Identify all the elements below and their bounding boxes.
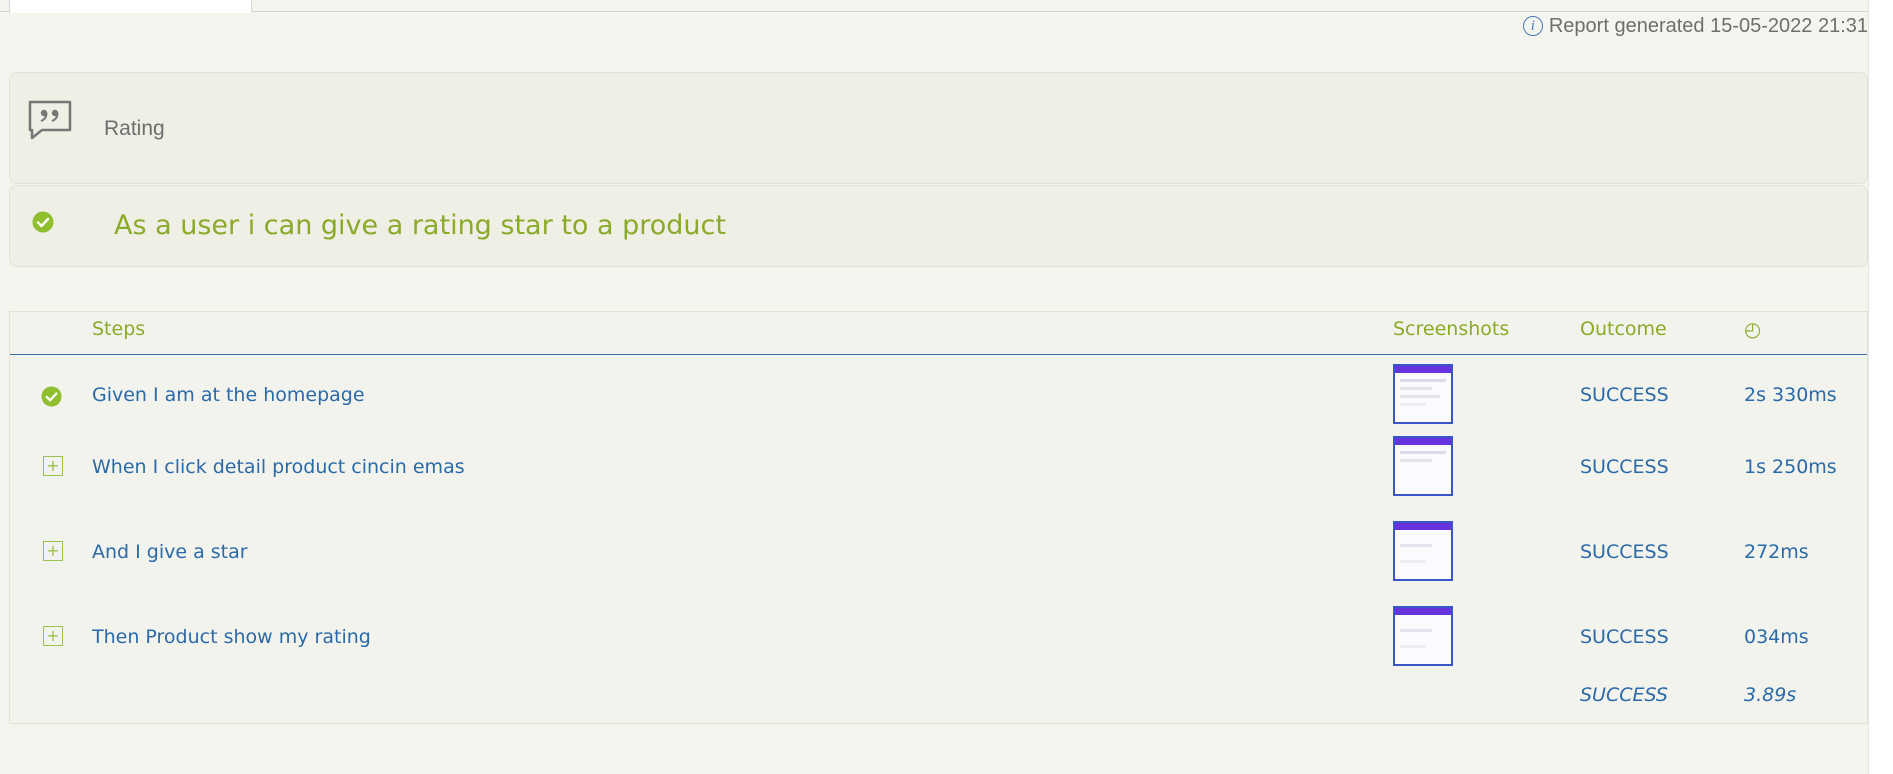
expand-plus-icon[interactable]: + — [43, 626, 63, 646]
table-row: + When I click detail product cincin ema… — [10, 434, 1867, 502]
total-outcome: SUCCESS — [1580, 684, 1668, 706]
top-tab-bar — [0, 0, 1868, 13]
scenario-title: As a user i can give a rating star to a … — [114, 210, 726, 241]
step-text[interactable]: Given I am at the homepage — [92, 384, 365, 406]
step-outcome: SUCCESS — [1580, 384, 1669, 406]
total-row: SUCCESS 3.89s — [10, 682, 1867, 716]
step-duration: 1s 250ms — [1744, 456, 1837, 478]
screenshot-thumbnail[interactable] — [1393, 436, 1453, 496]
step-duration: 272ms — [1744, 541, 1809, 563]
check-circle-icon — [32, 211, 54, 233]
steps-table: Steps Screenshots Outcome ◴ Given I am a… — [9, 311, 1868, 724]
screenshot-thumbnail[interactable] — [1393, 606, 1453, 666]
header-divider — [10, 354, 1867, 355]
step-duration: 2s 330ms — [1744, 384, 1837, 406]
step-outcome: SUCCESS — [1580, 626, 1669, 648]
table-row: + And I give a star SUCCESS 272ms — [10, 519, 1867, 587]
expand-plus-icon[interactable]: + — [43, 541, 63, 561]
column-header-screenshots: Screenshots — [1393, 318, 1510, 340]
step-outcome: SUCCESS — [1580, 541, 1669, 563]
screenshot-thumbnail[interactable] — [1393, 364, 1453, 424]
report-generated-text: Report generated 15-05-2022 21:31 — [1548, 14, 1868, 37]
column-header-outcome: Outcome — [1580, 318, 1667, 340]
screenshot-thumbnail[interactable] — [1393, 521, 1453, 581]
table-row: Given I am at the homepage SUCCESS 2s 33… — [10, 362, 1867, 430]
expand-plus-icon[interactable]: + — [43, 456, 63, 476]
step-duration: 034ms — [1744, 626, 1809, 648]
step-text[interactable]: Then Product show my rating — [92, 626, 371, 648]
stopwatch-icon: ◴ — [1744, 317, 1762, 341]
feature-label: Rating — [104, 117, 165, 140]
total-duration: 3.89s — [1744, 684, 1797, 706]
step-text[interactable]: When I click detail product cincin emas — [92, 456, 465, 478]
scrollbar[interactable] — [1868, 0, 1893, 774]
info-icon: i — [1522, 16, 1543, 36]
column-header-steps: Steps — [92, 318, 146, 340]
scenario-panel: As a user i can give a rating star to a … — [9, 185, 1868, 267]
quote-bubble-icon — [28, 100, 72, 140]
table-row: + Then Product show my rating SUCCESS 03… — [10, 604, 1867, 672]
active-tab[interactable] — [9, 0, 252, 13]
report-generated: i Report generated 15-05-2022 21:31 — [1522, 14, 1868, 38]
check-circle-icon — [41, 386, 62, 407]
feature-panel: Rating — [9, 72, 1868, 184]
step-text[interactable]: And I give a star — [92, 541, 248, 563]
step-outcome: SUCCESS — [1580, 456, 1669, 478]
